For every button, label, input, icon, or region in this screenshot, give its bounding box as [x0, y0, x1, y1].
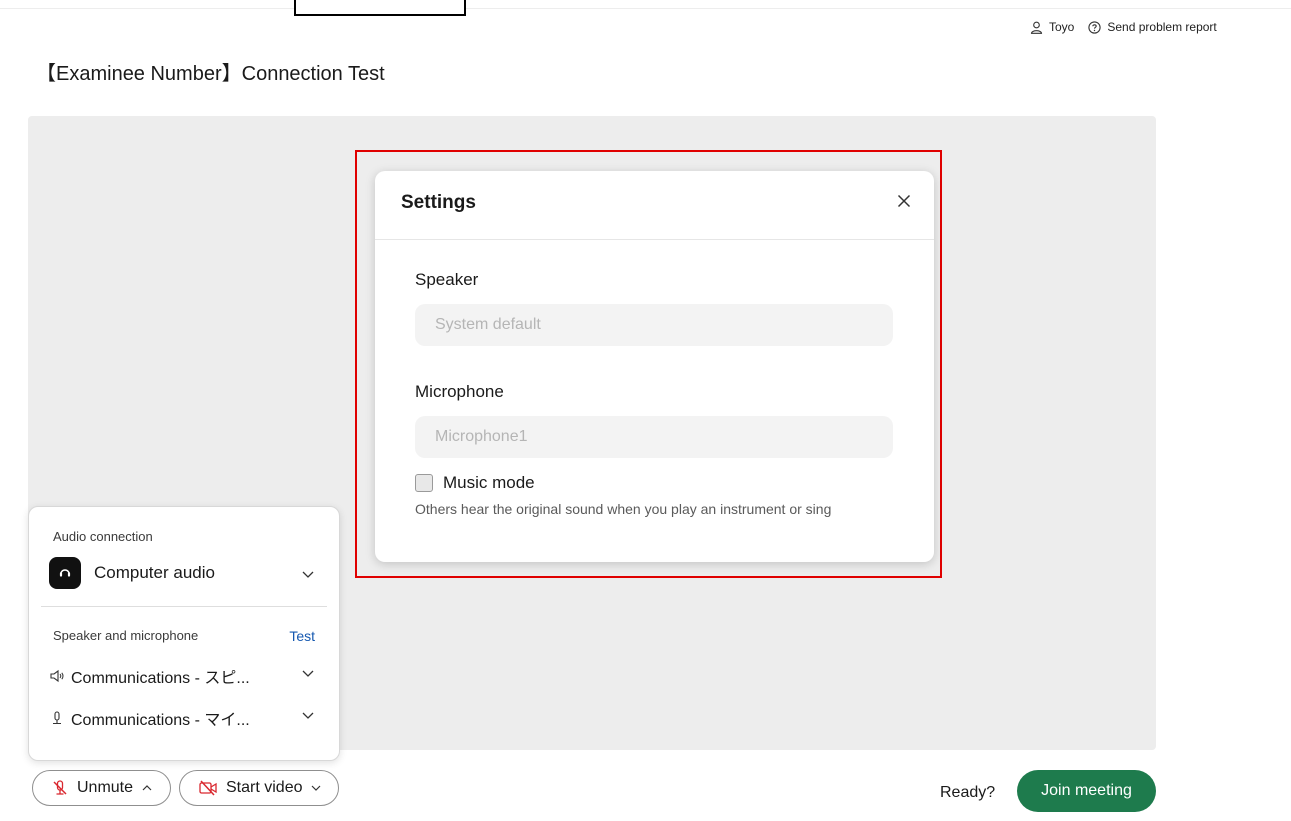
audio-connection-panel: Audio connection Computer audio Speaker …	[28, 506, 340, 761]
microphone-select-value: Microphone1	[435, 428, 528, 445]
music-mode-checkbox[interactable]	[415, 474, 433, 492]
microphone-select[interactable]: Microphone1	[415, 416, 893, 458]
speaker-select[interactable]: System default	[415, 304, 893, 346]
microphone-icon	[53, 711, 61, 725]
computer-audio-icon	[49, 557, 81, 589]
chevron-up-icon	[142, 785, 152, 791]
chevron-down-icon	[302, 670, 314, 677]
microphone-muted-icon	[53, 780, 67, 795]
music-mode-option[interactable]: Music mode	[415, 473, 535, 493]
user-menu: Toyo Send problem report	[1030, 20, 1231, 34]
test-audio-link[interactable]: Test	[289, 628, 315, 644]
close-button[interactable]	[892, 189, 916, 213]
send-problem-report-label: Send problem report	[1107, 20, 1217, 34]
audio-connection-value: Computer audio	[94, 563, 215, 582]
user-account[interactable]: Toyo	[1030, 20, 1074, 34]
join-meeting-button[interactable]: Join meeting	[1017, 770, 1156, 812]
highlighted-element-cutoff	[294, 0, 466, 16]
speaker-select-value: System default	[435, 316, 541, 333]
close-icon	[897, 194, 911, 208]
ready-prompt: Ready?	[940, 784, 996, 801]
microphone-label: Microphone	[415, 382, 504, 401]
audio-connection-heading: Audio connection	[53, 529, 153, 544]
speaker-device-value: Communications - スピ...	[71, 670, 250, 687]
music-mode-description: Others hear the original sound when you …	[415, 501, 832, 517]
start-video-button[interactable]: Start video	[179, 770, 339, 806]
speaker-icon	[50, 669, 64, 683]
user-name: Toyo	[1049, 20, 1075, 34]
settings-title: Settings	[401, 192, 476, 213]
top-strip	[0, 0, 1291, 9]
start-video-label: Start video	[226, 779, 303, 796]
speaker-device-select[interactable]: Communications - スピ...	[49, 664, 321, 688]
microphone-device-value: Communications - マイ...	[71, 712, 250, 729]
panel-divider	[41, 606, 327, 607]
chevron-down-icon	[312, 785, 321, 791]
user-icon	[1030, 21, 1043, 34]
unmute-label: Unmute	[77, 779, 134, 796]
speaker-label: Speaker	[415, 270, 479, 289]
unmute-button[interactable]: Unmute	[32, 770, 171, 806]
help-circle-icon	[1088, 20, 1102, 34]
chevron-down-icon	[302, 571, 314, 578]
speaker-microphone-heading: Speaker and microphone	[53, 628, 199, 643]
video-off-icon	[199, 780, 217, 796]
audio-connection-select[interactable]: Computer audio	[49, 557, 321, 589]
music-mode-label: Music mode	[443, 473, 535, 492]
microphone-device-select[interactable]: Communications - マイ...	[49, 706, 321, 730]
settings-dialog-header: Settings	[375, 171, 934, 240]
settings-dialog: Settings Speaker System default Micropho…	[375, 171, 934, 562]
page-title: 【Examinee Number】Connection Test	[36, 63, 385, 85]
send-problem-report-link[interactable]: Send problem report	[1088, 20, 1217, 34]
chevron-down-icon	[302, 712, 314, 719]
